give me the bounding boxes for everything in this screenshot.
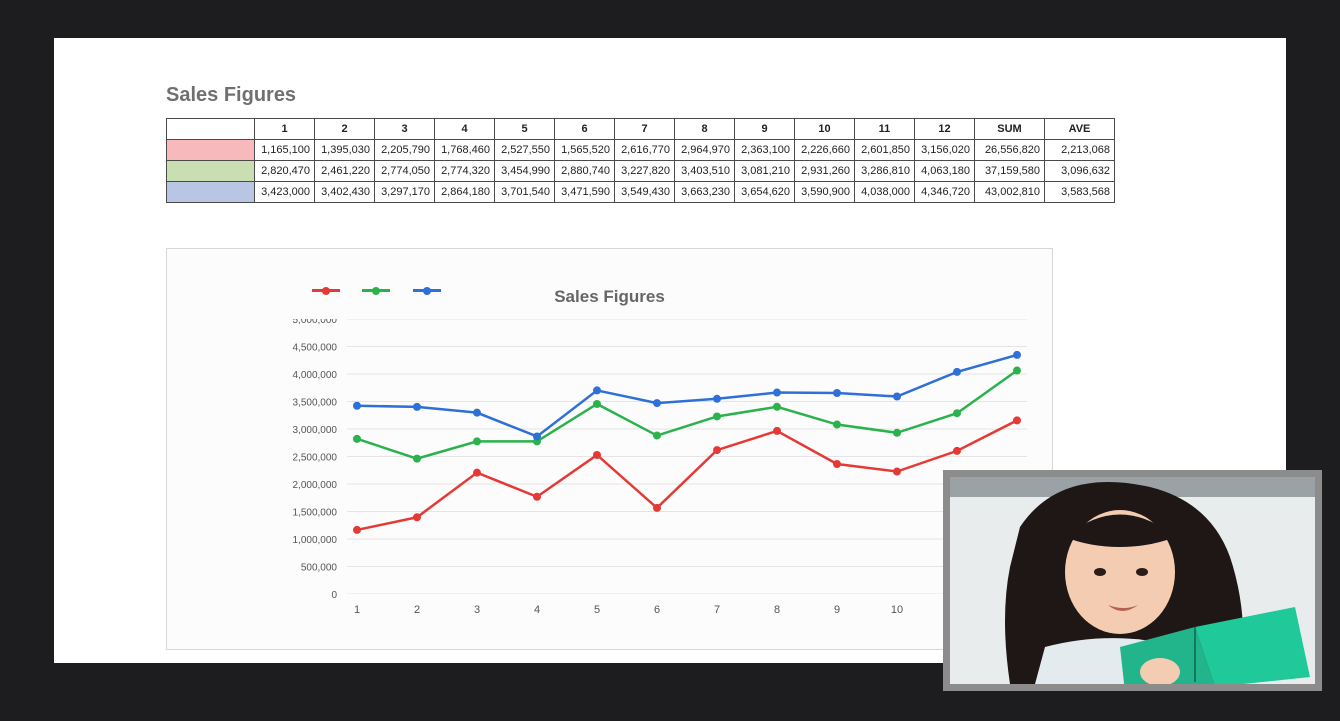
data-cell: 1,395,030 bbox=[315, 140, 375, 161]
row-color-cell bbox=[167, 161, 255, 182]
data-cell: 3,590,900 bbox=[795, 182, 855, 203]
data-cell: 2,931,260 bbox=[795, 161, 855, 182]
y-tick-label: 3,500,000 bbox=[293, 398, 338, 409]
x-tick-label: 1 bbox=[354, 604, 360, 616]
header-cell: 1 bbox=[255, 119, 315, 140]
header-cell: 5 bbox=[495, 119, 555, 140]
x-tick-label: 5 bbox=[594, 604, 600, 616]
header-cell: 11 bbox=[855, 119, 915, 140]
data-cell: 1,165,100 bbox=[255, 140, 315, 161]
y-tick-label: 4,500,000 bbox=[293, 343, 338, 354]
chart-plot bbox=[347, 319, 1027, 594]
y-tick-label: 2,000,000 bbox=[293, 480, 338, 491]
data-cell: 4,038,000 bbox=[855, 182, 915, 203]
data-cell: 2,774,050 bbox=[375, 161, 435, 182]
data-cell: 3,096,632 bbox=[1045, 161, 1115, 182]
y-tick-label: 500,000 bbox=[301, 563, 338, 574]
x-tick-label: 9 bbox=[834, 604, 840, 616]
presenter-webcam[interactable] bbox=[943, 470, 1322, 691]
data-cell: 3,423,000 bbox=[255, 182, 315, 203]
header-cell: 10 bbox=[795, 119, 855, 140]
data-cell: 3,549,430 bbox=[615, 182, 675, 203]
data-cell: 3,663,230 bbox=[675, 182, 735, 203]
data-cell: 3,227,820 bbox=[615, 161, 675, 182]
x-tick-label: 2 bbox=[414, 604, 420, 616]
data-cell: 2,205,790 bbox=[375, 140, 435, 161]
data-cell: 1,768,460 bbox=[435, 140, 495, 161]
header-cell: 7 bbox=[615, 119, 675, 140]
header-cell: 8 bbox=[675, 119, 735, 140]
data-cell: 26,556,820 bbox=[975, 140, 1045, 161]
table-header-row: 1 2 3 4 5 6 7 8 9 10 11 12 SUM AVE bbox=[167, 119, 1115, 140]
header-cell bbox=[167, 119, 255, 140]
header-cell: 3 bbox=[375, 119, 435, 140]
table-row: 2,820,4702,461,2202,774,0502,774,3203,45… bbox=[167, 161, 1115, 182]
chart-title: Sales Figures bbox=[167, 287, 1052, 307]
data-cell: 4,346,720 bbox=[915, 182, 975, 203]
data-cell: 3,583,568 bbox=[1045, 182, 1115, 203]
data-cell: 37,159,580 bbox=[975, 161, 1045, 182]
x-tick-label: 7 bbox=[714, 604, 720, 616]
sales-table: 1 2 3 4 5 6 7 8 9 10 11 12 SUM AVE 1,165… bbox=[166, 118, 1115, 203]
data-cell: 2,880,740 bbox=[555, 161, 615, 182]
header-cell: 9 bbox=[735, 119, 795, 140]
data-cell: 2,964,970 bbox=[675, 140, 735, 161]
table-row: 1,165,1001,395,0302,205,7901,768,4602,52… bbox=[167, 140, 1115, 161]
y-tick-label: 0 bbox=[331, 590, 337, 601]
data-cell: 4,063,180 bbox=[915, 161, 975, 182]
x-tick-label: 6 bbox=[654, 604, 660, 616]
data-cell: 2,601,850 bbox=[855, 140, 915, 161]
x-tick-label: 4 bbox=[534, 604, 540, 616]
y-tick-label: 1,000,000 bbox=[293, 535, 338, 546]
data-cell: 2,461,220 bbox=[315, 161, 375, 182]
data-cell: 3,081,210 bbox=[735, 161, 795, 182]
data-cell: 2,820,470 bbox=[255, 161, 315, 182]
header-cell: SUM bbox=[975, 119, 1045, 140]
data-cell: 3,156,020 bbox=[915, 140, 975, 161]
data-cell: 2,363,100 bbox=[735, 140, 795, 161]
row-color-cell bbox=[167, 140, 255, 161]
header-cell: 2 bbox=[315, 119, 375, 140]
data-cell: 2,616,770 bbox=[615, 140, 675, 161]
header-cell: 4 bbox=[435, 119, 495, 140]
data-cell: 3,297,170 bbox=[375, 182, 435, 203]
data-cell: 2,864,180 bbox=[435, 182, 495, 203]
data-cell: 3,286,810 bbox=[855, 161, 915, 182]
header-cell: AVE bbox=[1045, 119, 1115, 140]
data-cell: 3,454,990 bbox=[495, 161, 555, 182]
header-cell: 12 bbox=[915, 119, 975, 140]
page-title: Sales Figures bbox=[166, 84, 296, 107]
data-cell: 2,527,550 bbox=[495, 140, 555, 161]
data-cell: 3,403,510 bbox=[675, 161, 735, 182]
x-axis-labels: 1234567891011 bbox=[347, 599, 1027, 619]
data-cell: 3,654,620 bbox=[735, 182, 795, 203]
data-cell: 2,774,320 bbox=[435, 161, 495, 182]
header-cell: 6 bbox=[555, 119, 615, 140]
data-cell: 2,213,068 bbox=[1045, 140, 1115, 161]
data-cell: 3,471,590 bbox=[555, 182, 615, 203]
data-cell: 2,226,660 bbox=[795, 140, 855, 161]
row-color-cell bbox=[167, 182, 255, 203]
x-tick-label: 3 bbox=[474, 604, 480, 616]
sales-chart: Sales Figures 0 500,000 1,000,000 1,500,000… bbox=[166, 248, 1053, 650]
data-cell: 1,565,520 bbox=[555, 140, 615, 161]
y-tick-label: 4,000,000 bbox=[293, 370, 338, 381]
data-cell: 43,002,810 bbox=[975, 182, 1045, 203]
y-axis-labels: 0 500,000 1,000,000 1,500,000 2,000,000 2,500… bbox=[277, 319, 347, 604]
data-cell: 3,402,430 bbox=[315, 182, 375, 203]
table-row: 3,423,0003,402,4303,297,1702,864,1803,70… bbox=[167, 182, 1115, 203]
y-tick-label: 2,500,000 bbox=[293, 453, 338, 464]
data-cell: 3,701,540 bbox=[495, 182, 555, 203]
y-tick-label: 3,000,000 bbox=[293, 425, 338, 436]
x-tick-label: 8 bbox=[774, 604, 780, 616]
y-tick-label: 5,000,000 bbox=[293, 319, 338, 326]
x-tick-label: 10 bbox=[891, 604, 903, 616]
y-tick-label: 1,500,000 bbox=[293, 508, 338, 519]
